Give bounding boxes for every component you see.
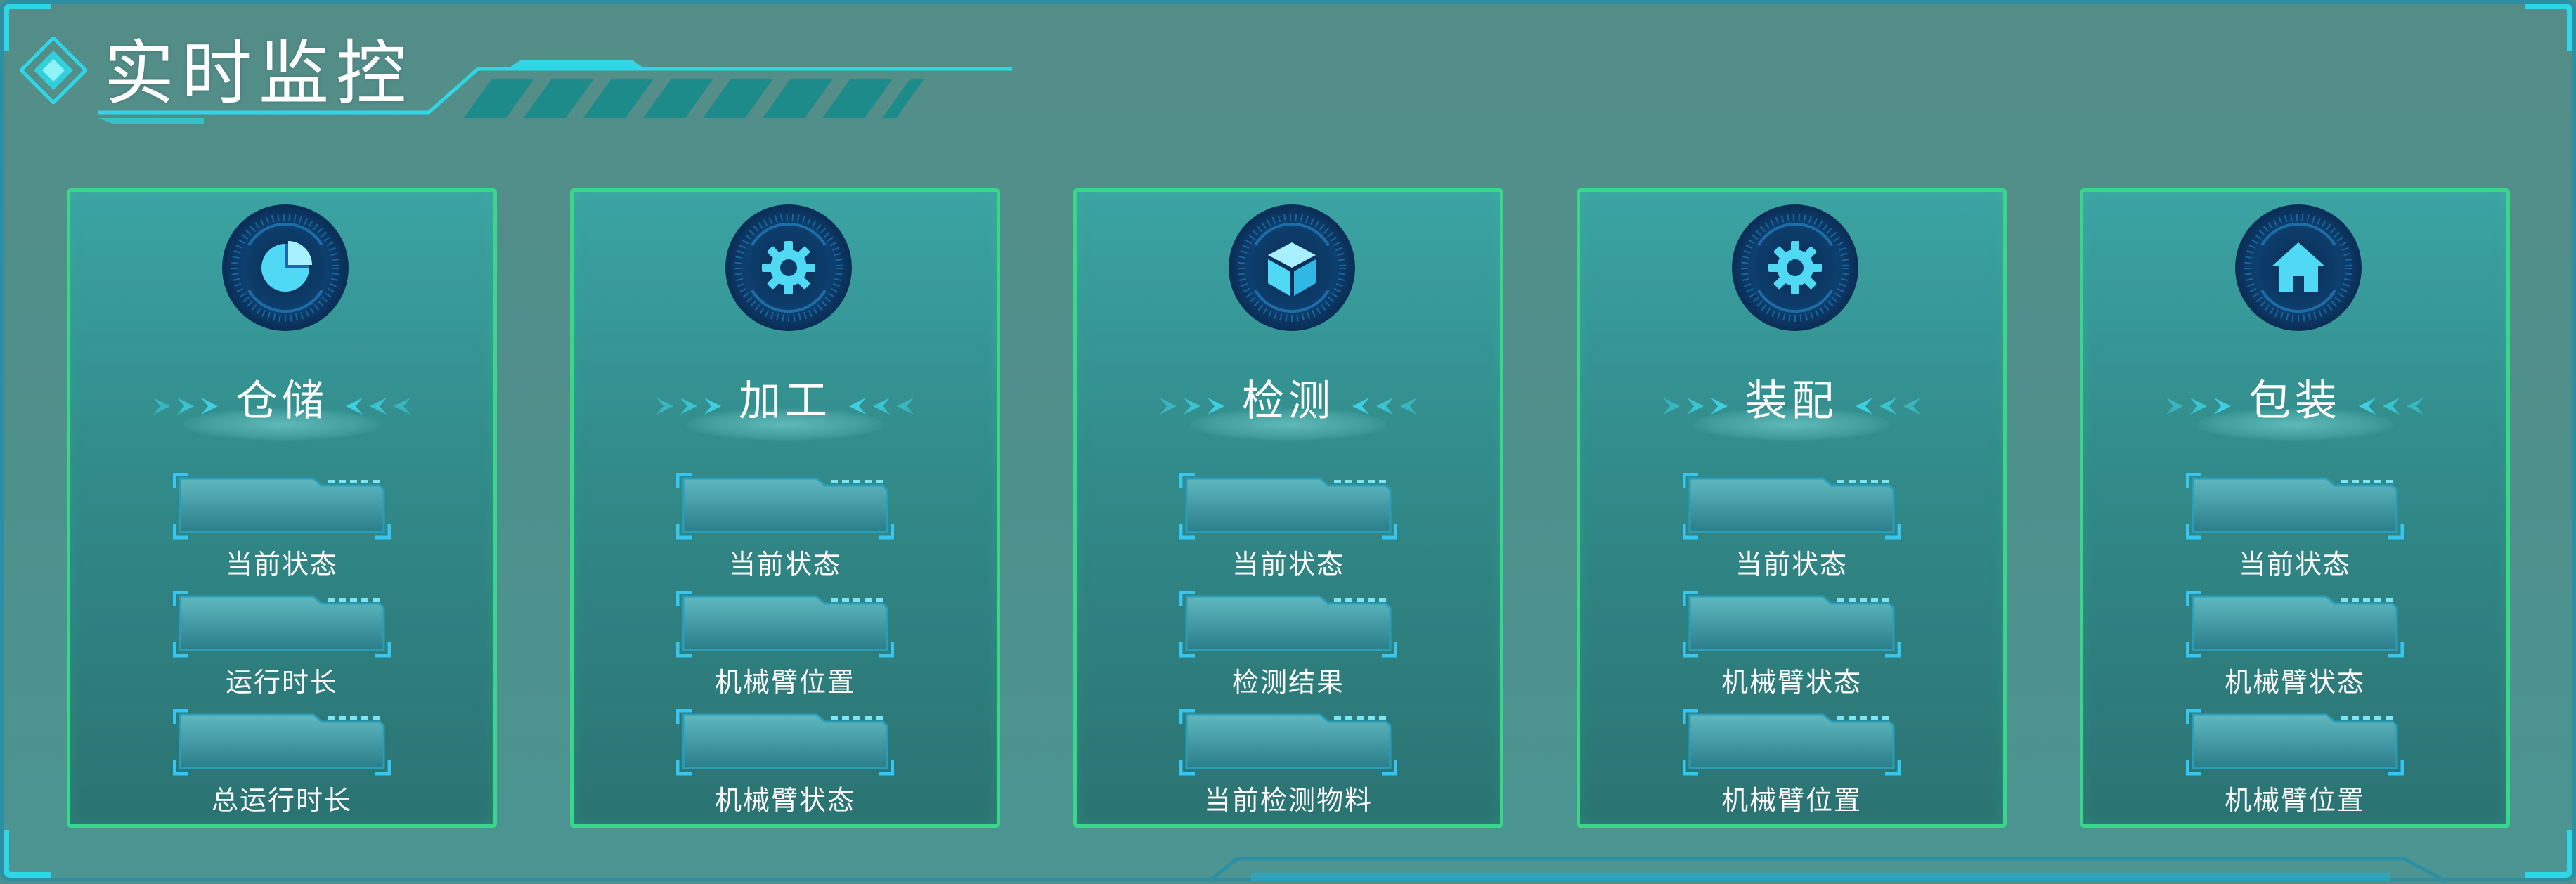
station-card: 仓储当前状态运行时长总运行时长 [67,188,497,828]
station-cards: 仓储 当前状态 运行时长 总运行时长 加工 当前状态 机械臂位置 机械臂状态 检测 当前状态 检测结… [0,0,2576,881]
station-title-area: 仓储 [70,366,493,443]
field-label: 机械臂位置 [714,667,855,698]
field-label: 当前状态 [2238,549,2351,580]
field-label: 机械臂状态 [1721,667,1862,698]
station-title-area: 装配 [1580,366,2003,443]
field-label: 机械臂状态 [714,785,855,816]
field-value [1186,720,1369,762]
status-field: 机械臂位置 [676,591,894,710]
status-field: 当前检测物料 [1179,709,1397,828]
field-label: 运行时长 [225,667,338,698]
field-value [683,602,866,644]
station-title: 包装 [2248,377,2341,426]
station-title-area: 检测 [1077,366,1500,443]
status-field: 机械臂位置 [2186,709,2404,828]
status-field: 当前状态 [2186,473,2404,592]
pie-chart-icon [221,203,350,332]
field-label: 检测结果 [1231,667,1345,698]
gear-icon [1730,203,1860,332]
field-value [2193,720,2376,762]
status-field: 当前状态 [676,473,894,592]
field-value [1690,484,1872,526]
station-card: 加工当前状态机械臂位置机械臂状态 [570,188,1000,828]
status-field: 当前状态 [173,473,391,592]
field-value [2193,602,2376,644]
field-label: 机械臂状态 [2224,667,2365,698]
field-label: 机械臂位置 [1721,785,1862,816]
field-label: 当前状态 [1735,549,1848,580]
field-label: 当前状态 [728,549,841,580]
station-title: 检测 [1242,377,1335,426]
station-title: 装配 [1745,377,1838,426]
station-title: 仓储 [235,377,328,426]
station-title-area: 加工 [574,366,997,443]
field-label: 当前状态 [225,549,338,580]
status-field: 机械臂位置 [1683,709,1901,828]
field-label: 机械臂位置 [2224,785,2365,816]
cube-icon [1227,203,1357,332]
status-field: 机械臂状态 [676,709,894,828]
home-icon [2234,203,2363,332]
status-field: 运行时长 [173,591,391,710]
status-field: 当前状态 [1179,473,1397,592]
field-value [180,602,363,644]
field-value [1690,602,1872,644]
station-title-area: 包装 [2083,366,2506,443]
field-value [1186,602,1369,644]
field-label: 当前检测物料 [1203,785,1373,816]
field-value [180,484,363,526]
field-value [1690,720,1872,762]
status-field: 机械臂状态 [2186,591,2404,710]
field-label: 总运行时长 [211,785,352,816]
station-title: 加工 [739,377,831,426]
field-value [180,720,363,762]
station-card: 检测当前状态检测结果当前检测物料 [1073,188,1503,828]
status-field: 总运行时长 [173,709,391,828]
status-field: 当前状态 [1683,473,1901,592]
status-field: 机械臂状态 [1683,591,1901,710]
field-label: 当前状态 [1231,549,1345,580]
field-value [2193,484,2376,526]
gear-icon [724,203,853,332]
station-card: 装配当前状态机械臂状态机械臂位置 [1577,188,2007,828]
status-field: 检测结果 [1179,591,1397,710]
field-value [683,720,866,762]
station-card: 包装当前状态机械臂状态机械臂位置 [2080,188,2510,828]
field-value [683,484,866,526]
field-value [1186,484,1369,526]
